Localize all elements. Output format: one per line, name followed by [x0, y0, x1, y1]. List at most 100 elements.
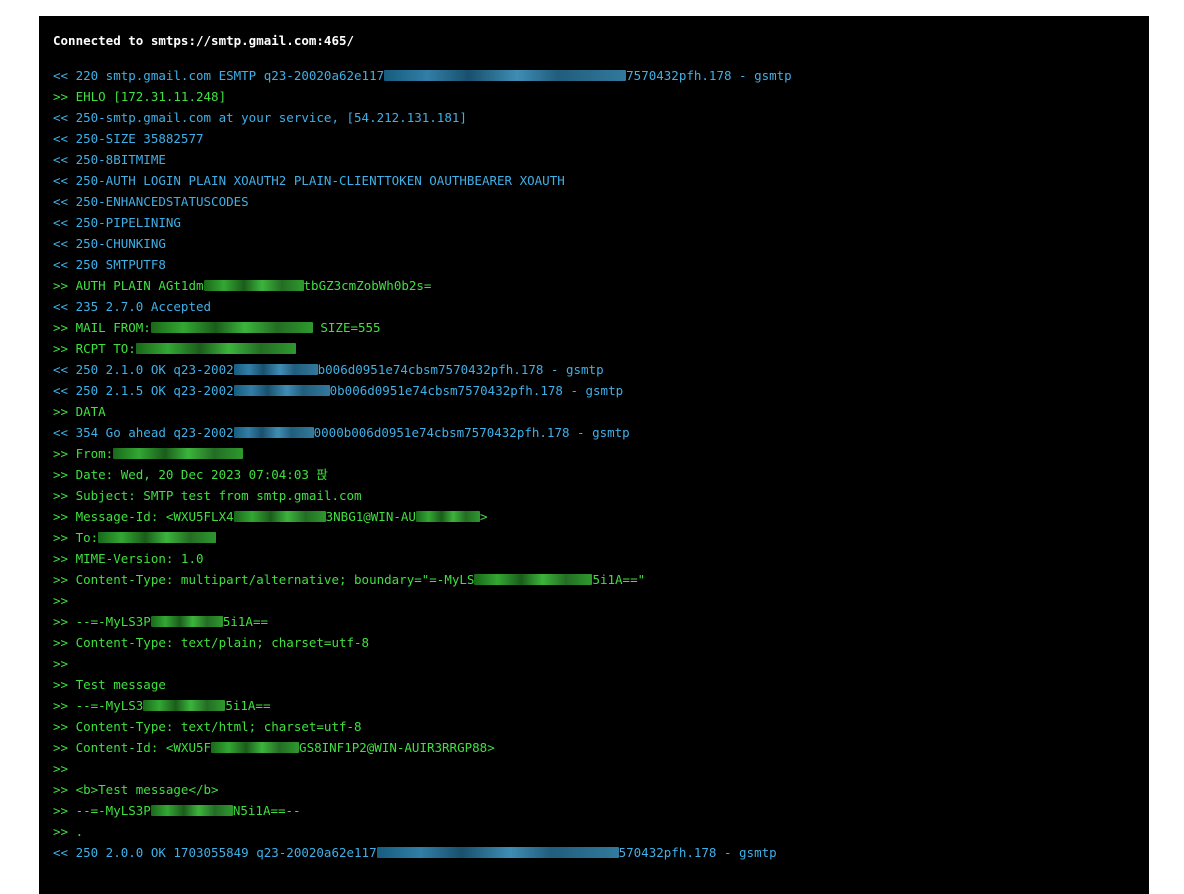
line-text: << 250-SIZE 35882577	[53, 131, 204, 146]
line-text: << 235 2.7.0 Accepted	[53, 299, 212, 314]
client-command-line: >>	[53, 653, 1149, 674]
client-command-line: >> To:	[53, 527, 1149, 548]
line-text: >> --=-MyLS3P	[53, 614, 151, 629]
client-command-line: >>	[53, 758, 1149, 779]
client-command-line: >> EHLO [172.31.11.248]	[53, 86, 1149, 107]
client-command-line: >> MIME-Version: 1.0	[53, 548, 1149, 569]
line-text: << 354 Go ahead q23-2002	[53, 425, 234, 440]
line-text: >> --=-MyLS3P	[53, 803, 151, 818]
redacted-block	[113, 448, 244, 459]
redacted-block	[150, 805, 233, 816]
server-response-line: << 250-SIZE 35882577	[53, 128, 1149, 149]
line-text: >> RCPT TO:	[53, 341, 136, 356]
line-text: >> To:	[53, 530, 99, 545]
client-command-line: >> Subject: SMTP test from smtp.gmail.co…	[53, 485, 1149, 506]
redacted-block	[233, 427, 314, 438]
line-text: << 250-ENHANCEDSTATUSCODES	[53, 194, 249, 209]
server-response-line: << 250 2.0.0 OK 1703055849 q23-20020a62e…	[53, 842, 1149, 863]
line-text-end: >	[479, 509, 488, 524]
redacted-block	[150, 616, 223, 627]
redacted-block	[233, 364, 318, 375]
client-command-line: >> Test message	[53, 674, 1149, 695]
redacted-block	[415, 511, 480, 522]
line-text-tail: 3NBG1@WIN-AU	[325, 509, 416, 524]
server-response-line: << 250-smtp.gmail.com at your service, […	[53, 107, 1149, 128]
line-text: >> <b>Test message</b>	[53, 782, 219, 797]
server-response-line: << 250-CHUNKING	[53, 233, 1149, 254]
line-text: >> AUTH PLAIN AGt1dm	[53, 278, 204, 293]
server-response-line: << 220 smtp.gmail.com ESMTP q23-20020a62…	[53, 65, 1149, 86]
line-text: >> Date: Wed, 20 Dec 2023 07:04:03 팑	[53, 467, 328, 482]
line-text: >> .	[53, 824, 84, 839]
server-response-line: << 250-ENHANCEDSTATUSCODES	[53, 191, 1149, 212]
client-command-line: >> --=-MyLS3 5i1A==	[53, 695, 1149, 716]
server-response-line: << 235 2.7.0 Accepted	[53, 296, 1149, 317]
line-text: << 250 SMTPUTF8	[53, 257, 166, 272]
redacted-block	[143, 700, 226, 711]
redacted-block	[135, 343, 296, 354]
line-text: << 250-AUTH LOGIN PLAIN XOAUTH2 PLAIN-CL…	[53, 173, 565, 188]
redacted-block	[384, 70, 627, 81]
line-text: << 250 2.1.0 OK q23-2002	[53, 362, 234, 377]
server-response-line: << 250 2.1.5 OK q23-2002 0b006d0951e74cbs…	[53, 380, 1149, 401]
line-text-tail: 5i1A=="	[592, 572, 646, 587]
redacted-block	[233, 385, 330, 396]
client-command-line: >>	[53, 590, 1149, 611]
line-text-tail: 5i1A==	[222, 614, 268, 629]
line-text: >>	[53, 656, 69, 671]
client-command-line: >> Content-Id: <WXU5F GS8INF1P2@WIN-AUIR3…	[53, 737, 1149, 758]
server-response-line: << 250-AUTH LOGIN PLAIN XOAUTH2 PLAIN-CL…	[53, 170, 1149, 191]
smtp-log: << 220 smtp.gmail.com ESMTP q23-20020a62…	[53, 65, 1149, 863]
client-command-line: >> DATA	[53, 401, 1149, 422]
line-text: >> MIME-Version: 1.0	[53, 551, 204, 566]
line-text: >> Content-Type: text/html; charset=utf-…	[53, 719, 362, 734]
server-response-line: << 250 2.1.0 OK q23-2002 b006d0951e74cbsm…	[53, 359, 1149, 380]
line-text-tail: GS8INF1P2@WIN-AUIR3RRGP88>	[299, 740, 495, 755]
client-command-line: >> --=-MyLS3P N5i1A==--	[53, 800, 1149, 821]
server-response-line: << 250 SMTPUTF8	[53, 254, 1149, 275]
line-text: >> Content-Id: <WXU5F	[53, 740, 212, 755]
client-command-line: >> Content-Type: text/html; charset=utf-…	[53, 716, 1149, 737]
line-text: >> --=-MyLS3	[53, 698, 144, 713]
line-text: >> MAIL FROM:	[53, 320, 151, 335]
line-text: >> EHLO [172.31.11.248]	[53, 89, 227, 104]
line-text-tail: tbGZ3cmZobWh0b2s=	[303, 278, 432, 293]
terminal-window: Connected to smtps://smtp.gmail.com:465/…	[39, 16, 1149, 894]
client-command-line: >> --=-MyLS3P 5i1A==	[53, 611, 1149, 632]
line-text: >> Subject: SMTP test from smtp.gmail.co…	[53, 488, 362, 503]
line-text: << 220 smtp.gmail.com ESMTP q23-20020a62…	[53, 68, 385, 83]
redacted-block	[98, 532, 217, 543]
redacted-block	[474, 574, 593, 585]
connection-header: Connected to smtps://smtp.gmail.com:465/	[53, 33, 355, 48]
line-text: >> Message-Id: <WXU5FLX4	[53, 509, 234, 524]
client-command-line: >> RCPT TO:	[53, 338, 1149, 359]
server-response-line: << 250-8BITMIME	[53, 149, 1149, 170]
client-command-line: >> AUTH PLAIN AGt1dm tbGZ3cmZobWh0b2s=	[53, 275, 1149, 296]
redacted-block	[150, 322, 313, 333]
line-text: >> DATA	[53, 404, 106, 419]
line-text-tail: b006d0951e74cbsm7570432pfh.178 - gsmtp	[317, 362, 604, 377]
line-text-tail: 5i1A==	[225, 698, 271, 713]
line-text-tail: 0000b006d0951e74cbsm7570432pfh.178 - gsm…	[313, 425, 630, 440]
server-response-line: << 354 Go ahead q23-2002 0000b006d0951e74…	[53, 422, 1149, 443]
redacted-block	[233, 511, 326, 522]
line-text: >> Content-Type: text/plain; charset=utf…	[53, 635, 370, 650]
client-command-line: >> Content-Type: multipart/alternative; …	[53, 569, 1149, 590]
client-command-line: >> From:	[53, 443, 1149, 464]
line-text: >>	[53, 593, 69, 608]
line-text: << 250 2.0.0 OK 1703055849 q23-20020a62e…	[53, 845, 377, 860]
line-text: >> From:	[53, 446, 114, 461]
line-text-tail: SIZE=555	[312, 320, 381, 335]
line-text-tail: N5i1A==--	[232, 803, 301, 818]
line-text-tail: 0b006d0951e74cbsm7570432pfh.178 - gsmtp	[329, 383, 624, 398]
server-response-line: << 250-PIPELINING	[53, 212, 1149, 233]
line-text: << 250-PIPELINING	[53, 215, 181, 230]
client-command-line: >> MAIL FROM: SIZE=555	[53, 317, 1149, 338]
line-text-tail: 7570432pfh.178 - gsmtp	[626, 68, 792, 83]
line-text: << 250-CHUNKING	[53, 236, 166, 251]
line-text-tail: 570432pfh.178 - gsmtp	[618, 845, 777, 860]
client-command-line: >> Content-Type: text/plain; charset=utf…	[53, 632, 1149, 653]
redacted-block	[376, 847, 619, 858]
line-text: << 250-8BITMIME	[53, 152, 166, 167]
client-command-line: >> Date: Wed, 20 Dec 2023 07:04:03 팑	[53, 464, 1149, 485]
